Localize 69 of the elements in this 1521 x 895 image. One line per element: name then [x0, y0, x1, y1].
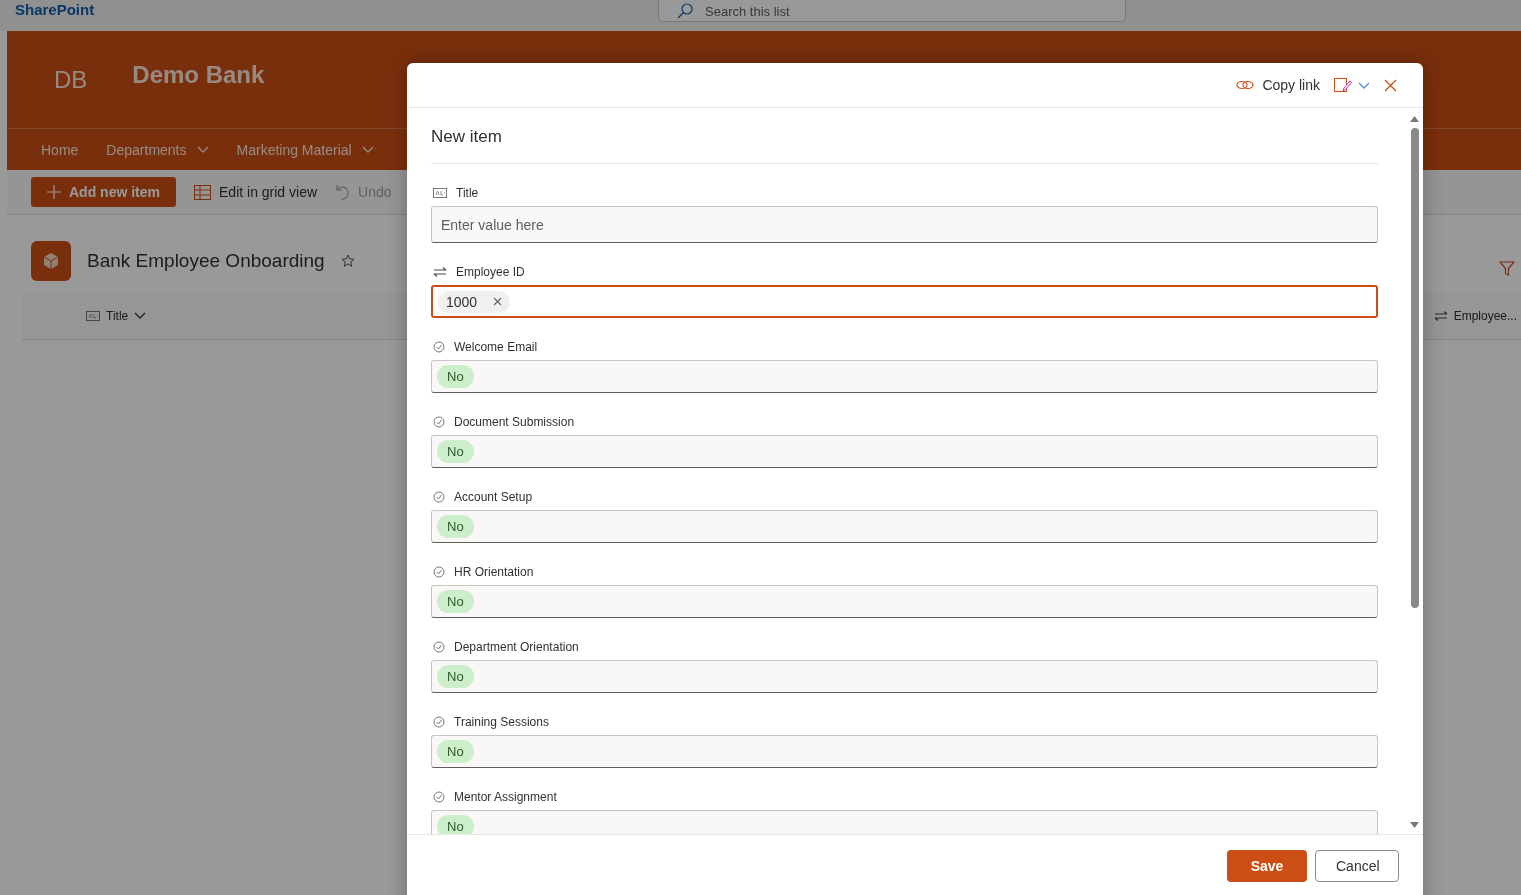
yes-no-field[interactable]: No	[431, 660, 1378, 693]
check-circle-icon	[433, 491, 445, 503]
yes-no-field[interactable]: No	[431, 735, 1378, 768]
scroll-down-icon[interactable]	[1410, 822, 1419, 828]
search-icon	[677, 3, 693, 19]
copy-link-button[interactable]: Copy link	[1236, 77, 1320, 93]
chip-value: 1000	[446, 293, 478, 310]
save-button[interactable]: Save	[1227, 850, 1307, 882]
command-button[interactable]: Edit in grid view	[194, 184, 318, 200]
value-pill: No	[437, 740, 474, 763]
yes-no-field[interactable]: No	[431, 360, 1378, 393]
field-label: Mentor Assignment	[454, 790, 557, 804]
link-icon	[1236, 80, 1255, 90]
check-circle-icon	[433, 416, 445, 428]
edit-form-button[interactable]	[1334, 77, 1370, 93]
chevron-down-icon	[196, 145, 209, 154]
yes-no-field[interactable]: No	[431, 435, 1378, 468]
value-pill: No	[437, 365, 474, 388]
cancel-button[interactable]: Cancel	[1315, 850, 1399, 882]
field-label: Document Submission	[454, 415, 575, 429]
plus-icon	[47, 185, 61, 199]
title-input-field[interactable]: Enter value here	[431, 206, 1378, 243]
command-button[interactable]: Add new item	[31, 177, 176, 207]
field-label: Account Setup	[454, 490, 533, 504]
remove-icon[interactable]	[493, 297, 503, 306]
favorite-star-icon[interactable]	[340, 254, 355, 268]
swap-arrows-icon	[1433, 311, 1448, 321]
panel-title: New item	[431, 108, 1378, 164]
text-field-icon	[433, 188, 447, 198]
check-circle-icon	[433, 716, 445, 728]
value-pill: No	[437, 515, 474, 538]
yes-no-field[interactable]: No	[431, 585, 1378, 618]
text-field-icon	[86, 311, 100, 321]
grid-icon	[194, 184, 211, 200]
close-icon	[1384, 78, 1397, 92]
yes-no-field[interactable]: No	[431, 810, 1378, 834]
value-pill: No	[437, 665, 474, 688]
chevron-down-icon	[361, 145, 374, 154]
yes-no-field[interactable]: No	[431, 510, 1378, 543]
column-header[interactable]: Employee...	[1431, 309, 1519, 323]
chevron-down-icon	[134, 312, 147, 320]
swap-arrows-icon	[433, 267, 447, 277]
search-placeholder: Search this list	[705, 3, 790, 19]
value-pill: No	[437, 815, 474, 834]
list-icon	[31, 241, 71, 281]
filter-icon[interactable]	[1499, 261, 1515, 276]
app-name[interactable]: SharePoint	[15, 1, 95, 18]
undo-icon	[335, 184, 351, 200]
scroll-up-icon[interactable]	[1410, 116, 1419, 122]
field-label: Training Sessions	[454, 715, 549, 729]
field-label: Employee ID	[456, 265, 525, 279]
field-label: HR Orientation	[454, 565, 534, 579]
form-pencil-icon	[1334, 77, 1352, 93]
employee-id-field[interactable]: 1000	[431, 285, 1378, 318]
search-field[interactable]: Search this list	[658, 0, 1126, 22]
field-label: Welcome Email	[454, 340, 538, 354]
site-initials: DB	[54, 65, 88, 94]
list-title: Bank Employee Onboarding	[87, 250, 325, 272]
check-circle-icon	[433, 641, 445, 653]
chevron-down-icon	[1358, 81, 1370, 90]
column-header[interactable]: Title	[84, 309, 149, 323]
field-label: Department Orientation	[454, 640, 579, 654]
check-circle-icon	[433, 566, 445, 578]
field-label: Title	[456, 186, 479, 200]
close-button[interactable]	[1384, 78, 1397, 92]
value-pill: No	[437, 590, 474, 613]
check-circle-icon	[433, 341, 445, 353]
check-circle-icon	[433, 791, 445, 803]
value-pill: No	[437, 440, 474, 463]
